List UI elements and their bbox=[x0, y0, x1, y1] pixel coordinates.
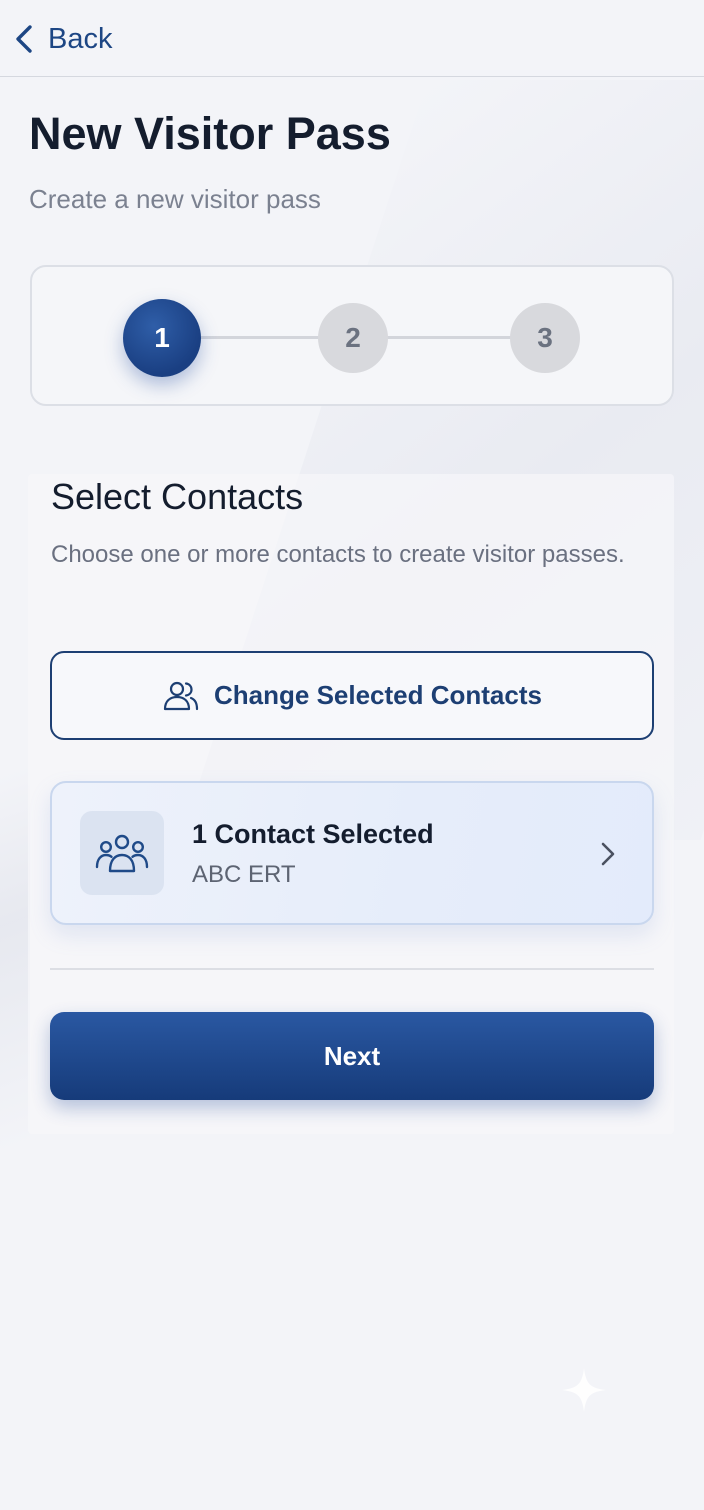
selected-contacts-count: 1 Contact Selected bbox=[192, 819, 434, 849]
sparkle-icon bbox=[562, 1368, 606, 1412]
back-label: Back bbox=[48, 22, 113, 55]
contact-icon-box bbox=[80, 811, 164, 895]
page-title: New Visitor Pass bbox=[29, 108, 391, 159]
change-selected-contacts-button[interactable]: Change Selected Contacts bbox=[50, 651, 654, 740]
chevron-right-icon bbox=[601, 842, 615, 866]
back-button[interactable]: Back bbox=[12, 18, 112, 60]
step-1-indicator: 1 bbox=[123, 299, 201, 377]
next-button-label: Next bbox=[323, 1040, 381, 1071]
group-icon bbox=[95, 834, 149, 873]
stepper: 1 2 3 bbox=[30, 265, 674, 406]
step-2-indicator: 2 bbox=[318, 303, 388, 373]
step-3-indicator: 3 bbox=[510, 303, 580, 373]
page-subtitle: Create a new visitor pass bbox=[29, 184, 321, 214]
selected-contacts-card[interactable]: 1 Contact Selected ABC ERT bbox=[50, 781, 654, 925]
divider bbox=[50, 968, 654, 970]
background-decoration-left bbox=[0, 763, 30, 1177]
next-button[interactable]: Next bbox=[50, 1012, 654, 1100]
selected-contact-name: ABC ERT bbox=[192, 861, 296, 888]
top-bar: Back bbox=[0, 0, 704, 77]
change-selected-contacts-label: Change Selected Contacts bbox=[214, 680, 542, 710]
users-icon bbox=[163, 681, 199, 710]
section-title: Select Contacts bbox=[51, 476, 304, 517]
section-description: Choose one or more contacts to create vi… bbox=[51, 541, 625, 568]
chevron-left-icon bbox=[16, 25, 32, 53]
